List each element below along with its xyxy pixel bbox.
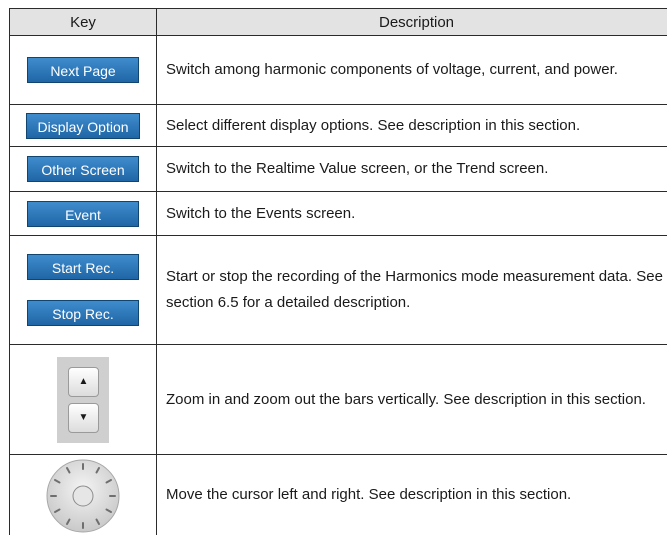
table-row-knob: Move the cursor left and right. See desc… xyxy=(10,455,667,535)
description-cell: Select different display options. See de… xyxy=(157,105,667,147)
key-cell: ▲ ▼ xyxy=(10,345,157,455)
table-header-row: Key Description xyxy=(10,9,667,36)
description-cell: Switch to the Realtime Value screen, or … xyxy=(157,147,667,192)
key-cell: Display Option xyxy=(10,105,157,147)
table-row-other-screen: Other Screen Switch to the Realtime Valu… xyxy=(10,147,667,192)
zoom-down-icon[interactable]: ▼ xyxy=(68,403,99,433)
rotary-knob-icon[interactable] xyxy=(44,458,122,534)
key-cell xyxy=(10,455,157,535)
table-row-event: Event Switch to the Events screen. xyxy=(10,192,667,236)
description-cell: Switch among harmonic components of volt… xyxy=(157,36,667,105)
description-cell: Switch to the Events screen. xyxy=(157,192,667,236)
key-description-table: Key Description Next Page Switch among h… xyxy=(9,8,667,535)
other-screen-button[interactable]: Other Screen xyxy=(27,156,139,182)
description-cell: Zoom in and zoom out the bars vertically… xyxy=(157,345,667,455)
description-column-header: Description xyxy=(157,9,667,36)
key-column-header: Key xyxy=(10,9,157,36)
next-page-button[interactable]: Next Page xyxy=(27,57,139,83)
event-button[interactable]: Event xyxy=(27,201,139,227)
start-rec-button[interactable]: Start Rec. xyxy=(27,254,139,280)
zoom-control: ▲ ▼ xyxy=(57,357,109,443)
table-row-next-page: Next Page Switch among harmonic componen… xyxy=(10,36,667,105)
table-row-recording: Start Rec. Stop Rec. Start or stop the r… xyxy=(10,236,667,345)
description-cell: Move the cursor left and right. See desc… xyxy=(157,455,667,535)
key-cell: Other Screen xyxy=(10,147,157,192)
description-cell: Start or stop the recording of the Harmo… xyxy=(157,236,667,345)
key-cell: Event xyxy=(10,192,157,236)
stop-rec-button[interactable]: Stop Rec. xyxy=(27,300,139,326)
table-row-zoom: ▲ ▼ Zoom in and zoom out the bars vertic… xyxy=(10,345,667,455)
display-option-button[interactable]: Display Option xyxy=(26,113,140,139)
zoom-up-icon[interactable]: ▲ xyxy=(68,367,99,397)
key-cell: Next Page xyxy=(10,36,157,105)
table-row-display-option: Display Option Select different display … xyxy=(10,105,667,147)
key-cell: Start Rec. Stop Rec. xyxy=(10,236,157,345)
